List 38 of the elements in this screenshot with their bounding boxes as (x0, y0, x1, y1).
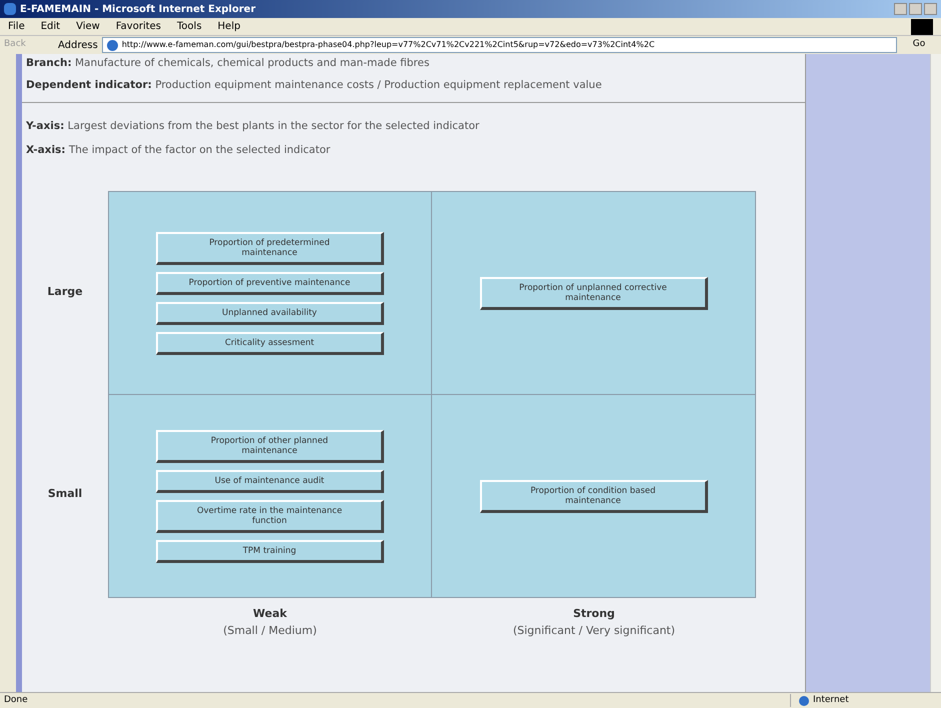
menu-item[interactable]: Favorites (116, 19, 162, 34)
info-line: Dependent indicator: Production equipment maintenance costs / Production equipment replacement value (26, 78, 603, 93)
menu-item[interactable]: Help (218, 19, 240, 34)
address-field[interactable]: http://www.e-fameman.com/gui/bestpra/bestpra-phase04.php?leup=v77%2Cv71%2Cv221%2Cint5&rup=v72&edo=v73%2Cint4%2C (102, 37, 897, 53)
info-line: Branch: Manufacture of chemicals, chemical products and man-made fibres (26, 56, 430, 71)
ie-icon (4, 3, 16, 15)
factor-button[interactable]: Proportion of preventive maintenance (156, 272, 384, 294)
column-label: Weak (253, 606, 287, 622)
maximize-button[interactable] (909, 3, 922, 15)
factor-button[interactable]: Use of maintenance audit (156, 470, 384, 492)
go-button[interactable]: Go (901, 38, 937, 52)
factor-button[interactable]: Criticality assesment (156, 332, 384, 354)
address-label: Address (58, 38, 98, 52)
row-label: Large (47, 284, 83, 300)
factor-button[interactable]: Proportion of predetermined maintenance (156, 232, 384, 264)
menu-item[interactable]: File (8, 19, 25, 34)
menu-item[interactable]: Edit (40, 19, 60, 34)
zone-text: Internet (813, 694, 849, 707)
axis-description: Y-axis: Largest deviations from the best plants in the sector for the selected indicator (26, 118, 480, 134)
factor-button[interactable]: TPM training (156, 540, 384, 562)
column-sublabel: (Significant / Very significant) (512, 622, 676, 638)
window-title: E-FAMEMAIN - Microsoft Internet Explorer (20, 2, 256, 16)
globe-icon (799, 696, 809, 706)
column-sublabel: (Small / Medium) (223, 622, 317, 638)
factor-button[interactable]: Proportion of other planned maintenance (156, 430, 384, 462)
minimize-button[interactable] (894, 3, 907, 15)
factor-button[interactable]: Overtime rate in the maintenance function (156, 500, 384, 532)
axis-description: X-axis: The impact of the factor on the selected indicator (26, 143, 332, 158)
factor-button[interactable]: Proportion of unplanned corrective maintenance (480, 276, 708, 310)
status-text: Done (3, 694, 29, 707)
close-button[interactable] (924, 3, 937, 15)
factor-button[interactable]: Proportion of condition based maintenance (480, 480, 708, 512)
menu-item[interactable]: View (76, 19, 100, 34)
row-label: Small (48, 486, 82, 502)
factor-button[interactable]: Unplanned availability (156, 302, 384, 324)
column-label: Strong (573, 606, 615, 622)
menu-item[interactable]: Tools (177, 19, 202, 34)
page-icon (106, 40, 118, 50)
